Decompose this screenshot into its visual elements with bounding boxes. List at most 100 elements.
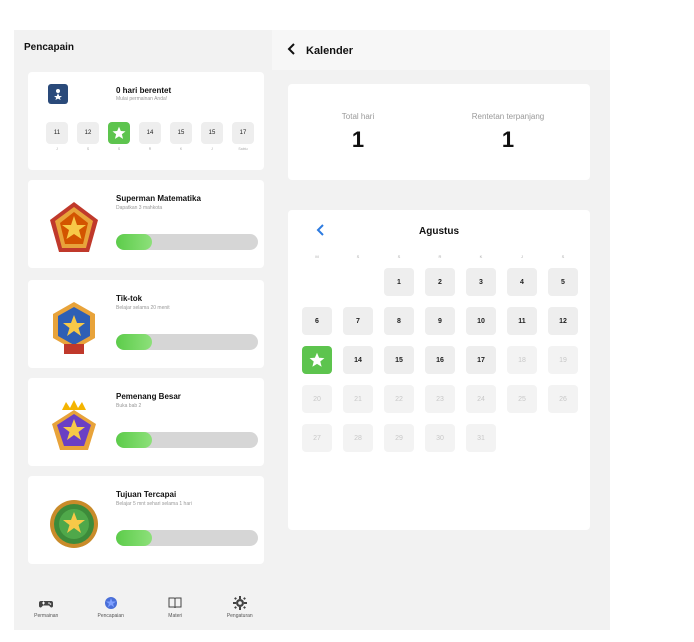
calendar-day[interactable]: 17 [466,346,496,374]
calendar-day[interactable]: 8 [384,307,414,335]
calendar-panel: Kalender Total hari 1 Rentetan terpanjan… [272,30,610,630]
achievement-subtitle: Dapatkan 3 mahkota [116,205,163,211]
calendar-day[interactable]: 1 [384,268,414,296]
crown-star-badge-icon [48,398,100,454]
weekday-row: MSSRKJS [302,254,586,259]
streak-day: 14 R [139,122,161,151]
weekday-label: K [479,254,483,259]
star-icon [309,352,325,367]
streak-day-number: 14 [139,122,161,144]
calendar-day[interactable]: 7 [343,307,373,335]
pentagon-star-badge-icon [48,200,100,256]
calendar-day[interactable]: 22 [384,385,414,413]
streak-day-number: 17 [232,122,254,144]
streak-day-label: J [211,147,213,151]
calendar-day[interactable]: 14 [343,346,373,374]
streak-day-label: Sabtu [238,147,248,151]
nav-label: Permainan [34,613,59,619]
achievement-progress-bar [116,530,258,546]
calendar-day[interactable]: 29 [384,424,414,452]
round-star-badge-icon [48,496,100,552]
streak-day: S [108,122,130,151]
calendar-day[interactable]: 31 [466,424,496,452]
achievement-subtitle: Buka bab 2 [116,403,142,409]
achievement-subtitle: Belajar selama 20 menit [116,305,170,311]
nav-label: Materi [168,613,183,619]
month-label: Agustus [419,226,459,237]
achievement-progress-bar [116,234,258,250]
calendar-day[interactable]: 23 [425,385,455,413]
calendar-day[interactable]: 30 [425,424,455,452]
nav-item-materi[interactable]: Materi [145,595,205,619]
calendar-day[interactable]: 2 [425,268,455,296]
calendar-title: Kalender [306,45,354,57]
longest-streak-value: 1 [501,127,515,152]
calendar-day[interactable]: 26 [548,385,578,413]
achievement-progress-bar [116,334,258,350]
achievement-title: Pemenang Besar [116,392,181,401]
total-days-stat: Total hari 1 [298,112,418,153]
achievement-title: Tik-tok [116,294,143,303]
total-days-value: 1 [351,127,365,152]
streak-title: 0 hari berentet [116,86,172,95]
achievement-card[interactable]: Tujuan Tercapai Belajar 5 mnt sehari sela… [28,476,264,564]
nav-item-pencapaian[interactable]: Pencapaian [81,595,141,619]
streak-days-row: 11 J 12 S S 14 R 15 K 15 J 17 Sabtu [46,122,254,151]
nav-item-pengaturan[interactable]: Pengaturan [210,595,270,619]
streak-medal-icon [48,84,68,104]
streak-subtitle: Mulai permainan Anda! [116,96,168,102]
calendar-day[interactable]: 4 [507,268,537,296]
calendar-day[interactable]: 3 [466,268,496,296]
progress-fill [116,234,152,250]
calendar-day[interactable]: 9 [425,307,455,335]
calendar-day-today[interactable] [302,346,332,374]
streak-day: 12 S [77,122,99,151]
calendar-day[interactable]: 15 [384,346,414,374]
achievement-card[interactable]: Superman Matematika Dapatkan 3 mahkota [28,180,264,268]
achievement-title: Superman Matematika [116,194,201,203]
achievement-icon [104,597,117,609]
nav-label: Pengaturan [226,613,253,619]
achievement-subtitle: Belajar 5 mnt sehari selama 1 hari [116,501,192,507]
calendar-day[interactable]: 12 [548,307,578,335]
weekday-label: M [315,254,319,259]
calendar-card: Agustus MSSRKJS 1 2 3 4 5 6 7 8 9 10 11 12 14 15 16 17 1… [288,210,590,530]
streak-day-number: 12 [77,122,99,144]
calendar-day[interactable]: 18 [507,346,537,374]
page-title: Pencapain [24,42,75,53]
achievement-card[interactable]: Tik-tok Belajar selama 20 menit [28,280,264,368]
star-icon [112,126,126,139]
achievement-progress-bar [116,432,258,448]
longest-streak-stat: Rentetan terpanjang 1 [448,112,568,153]
calendar-day[interactable]: 6 [302,307,332,335]
streak-day: 17 Sabtu [232,122,254,151]
total-days-label: Total hari [341,112,375,121]
weekday-label: R [438,254,442,259]
streak-card: 0 hari berentet Mulai permainan Anda! 11… [28,72,264,170]
calendar-day[interactable]: 10 [466,307,496,335]
streak-day-number: 15 [201,122,223,144]
streak-day-number: 15 [170,122,192,144]
calendar-day[interactable]: 21 [343,385,373,413]
back-arrow-icon[interactable] [286,42,298,56]
calendar-day[interactable]: 28 [343,424,373,452]
calendar-empty-cell [302,268,332,296]
streak-day-label: R [148,147,152,151]
calendar-day[interactable]: 27 [302,424,332,452]
streak-day-label: S [86,147,90,151]
achievements-panel: Pencapain 0 hari berentet Mulai permaina… [14,30,272,630]
achievement-card[interactable]: Pemenang Besar Buka bab 2 [28,378,264,466]
calendar-day[interactable]: 24 [466,385,496,413]
calendar-day[interactable]: 16 [425,346,455,374]
calendar-day[interactable]: 11 [507,307,537,335]
book-icon [168,597,182,609]
calendar-day[interactable]: 19 [548,346,578,374]
nav-item-permainan[interactable]: Permainan [16,595,76,619]
progress-fill [116,530,152,546]
calendar-day[interactable]: 25 [507,385,537,413]
calendar-day[interactable]: 5 [548,268,578,296]
streak-day-label: K [179,147,183,151]
stats-card: Total hari 1 Rentetan terpanjang 1 [288,84,590,180]
calendar-day[interactable]: 20 [302,385,332,413]
calendar-header: Kalender [272,30,610,70]
